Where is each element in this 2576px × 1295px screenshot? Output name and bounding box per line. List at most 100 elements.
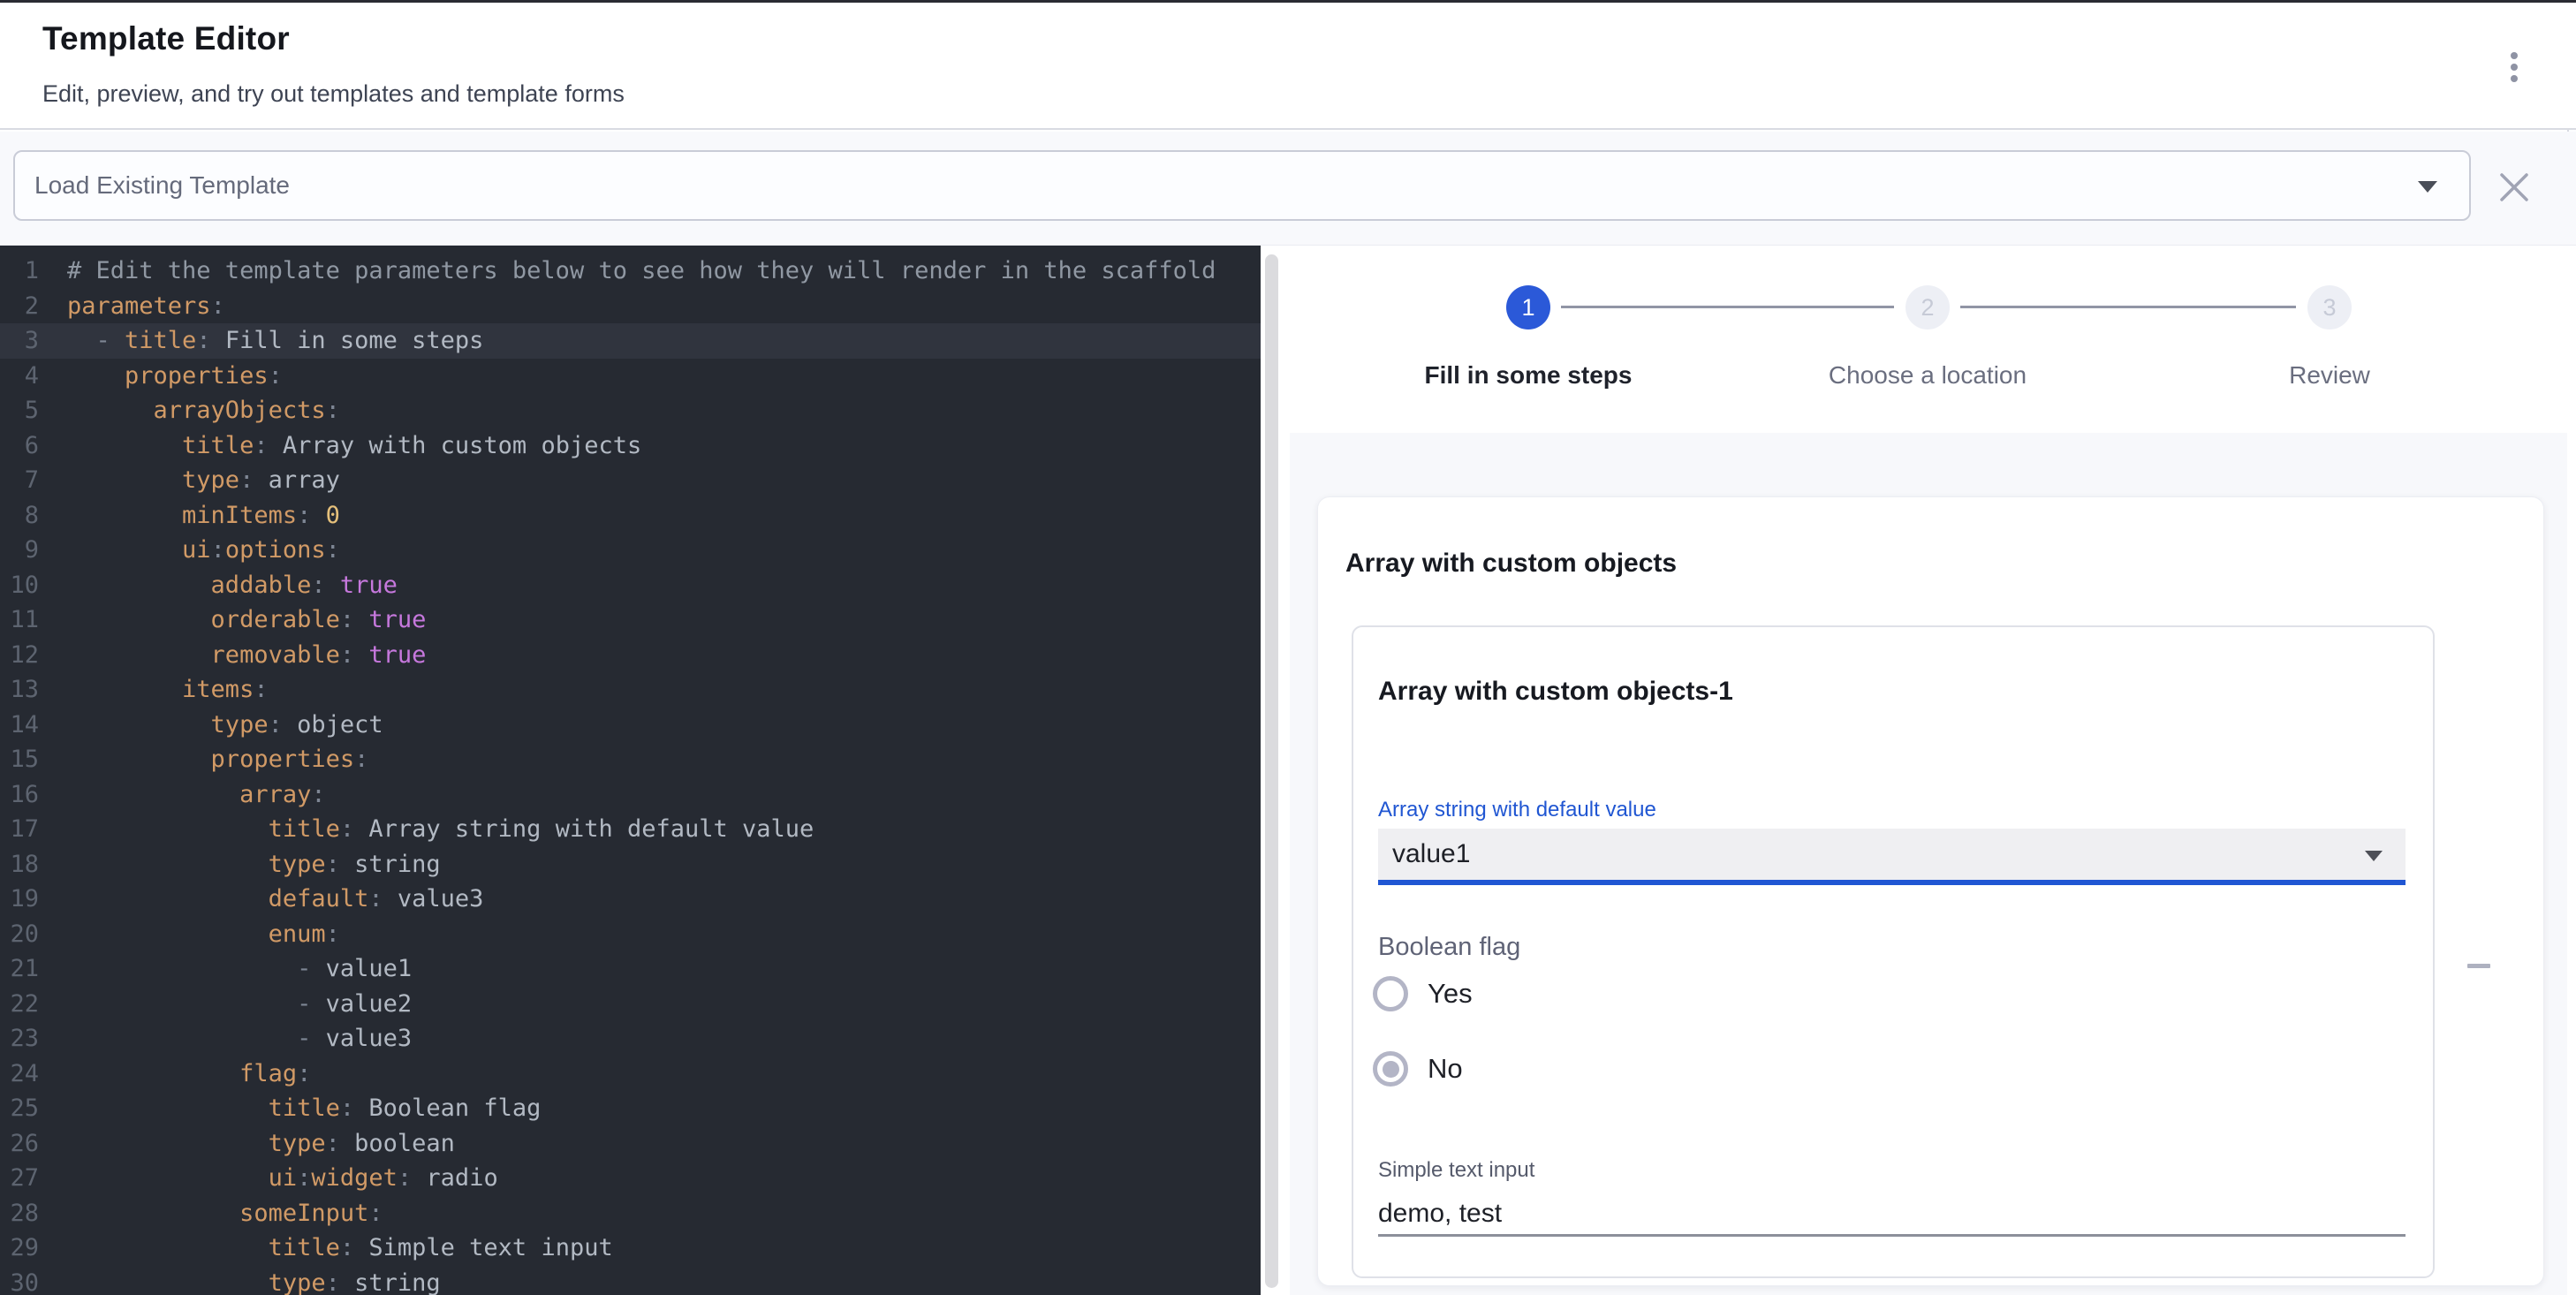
line-number: 26 xyxy=(0,1126,39,1162)
template-selector-bar: Load Existing Template xyxy=(0,132,2576,246)
line-number: 25 xyxy=(0,1091,39,1126)
line-number: 12 xyxy=(0,638,39,673)
editor-line-27: 27 ui:widget: radio xyxy=(0,1161,1261,1196)
line-number: 19 xyxy=(0,882,39,917)
step-label-review: Review xyxy=(2289,360,2370,390)
page-title: Template Editor xyxy=(42,20,290,57)
editor-line-14: 14 type: object xyxy=(0,708,1261,743)
step-indicator-2[interactable]: 2 xyxy=(1905,285,1950,329)
radio-unselected-icon xyxy=(1373,976,1408,1011)
line-number: 15 xyxy=(0,742,39,777)
editor-line-21: 21 - value1 xyxy=(0,951,1261,987)
text-input-underline xyxy=(1378,1234,2406,1237)
dropdown-caret-icon xyxy=(2418,181,2437,193)
load-template-placeholder: Load Existing Template xyxy=(34,152,290,219)
line-number: 23 xyxy=(0,1021,39,1056)
editor-line-4: 4 properties: xyxy=(0,359,1261,394)
array-item-card: Array with custom objects-1 Array string… xyxy=(1352,625,2435,1278)
editor-line-19: 19 default: value3 xyxy=(0,882,1261,917)
boolean-flag-label: Boolean flag xyxy=(1378,933,1520,962)
line-number: 11 xyxy=(0,602,39,638)
step-label-fill-in-some-steps: Fill in some steps xyxy=(1425,360,1633,390)
line-number: 24 xyxy=(0,1056,39,1092)
split-pane-divider-handle[interactable] xyxy=(1265,254,1278,1288)
stepper-connector xyxy=(1561,306,1894,308)
radio-yes-label: Yes xyxy=(1428,976,1473,1011)
more-options-button[interactable] xyxy=(2491,44,2537,90)
line-number: 6 xyxy=(0,428,39,464)
preview-panel: 1 2 3 Fill in some steps Choose a locati… xyxy=(1279,246,2576,1295)
radio-selected-icon xyxy=(1373,1051,1408,1087)
line-number: 17 xyxy=(0,812,39,847)
editor-line-6: 6 title: Array with custom objects xyxy=(0,428,1261,464)
editor-line-1: 1# Edit the template parameters below to… xyxy=(0,254,1261,289)
array-string-select-value: value1 xyxy=(1392,829,1470,880)
line-number: 3 xyxy=(0,323,39,359)
line-number: 7 xyxy=(0,463,39,498)
editor-line-3: 3 - title: Fill in some steps xyxy=(0,323,1261,359)
editor-line-12: 12 removable: true xyxy=(0,638,1261,673)
dropdown-caret-icon xyxy=(2365,851,2383,861)
form-card: Array with custom objects Array with cus… xyxy=(1317,496,2544,1286)
kebab-vertical-icon xyxy=(2491,52,2537,82)
array-string-select-label: Array string with default value xyxy=(1378,798,1656,822)
clear-selection-button[interactable] xyxy=(2495,169,2534,208)
editor-line-26: 26 type: boolean xyxy=(0,1126,1261,1162)
close-x-icon xyxy=(2496,170,2532,205)
editor-line-5: 5 arrayObjects: xyxy=(0,393,1261,428)
editor-line-17: 17 title: Array string with default valu… xyxy=(0,812,1261,847)
line-number: 21 xyxy=(0,951,39,987)
page-subtitle: Edit, preview, and try out templates and… xyxy=(42,80,625,108)
editor-line-13: 13 items: xyxy=(0,672,1261,708)
page-header: Template Editor Edit, preview, and try o… xyxy=(0,3,2576,130)
editor-line-18: 18 type: string xyxy=(0,847,1261,882)
editor-line-10: 10 addable: true xyxy=(0,568,1261,603)
editor-line-22: 22 - value2 xyxy=(0,987,1261,1022)
editor-line-2: 2parameters: xyxy=(0,289,1261,324)
remove-array-item-button[interactable] xyxy=(2459,946,2498,985)
line-number: 18 xyxy=(0,847,39,882)
editor-line-8: 8 minItems: 0 xyxy=(0,498,1261,534)
editor-line-23: 23 - value3 xyxy=(0,1021,1261,1056)
editor-line-7: 7 type: array xyxy=(0,463,1261,498)
line-number: 5 xyxy=(0,393,39,428)
line-number: 28 xyxy=(0,1196,39,1231)
line-number: 20 xyxy=(0,917,39,952)
step-indicator-1[interactable]: 1 xyxy=(1506,285,1550,329)
line-number: 29 xyxy=(0,1231,39,1266)
simple-text-input[interactable]: demo, test xyxy=(1378,1194,1502,1233)
stepper-connector xyxy=(1960,306,2296,308)
editor-line-25: 25 title: Boolean flag xyxy=(0,1091,1261,1126)
editor-line-20: 20 enum: xyxy=(0,917,1261,952)
line-number: 2 xyxy=(0,289,39,324)
line-number: 4 xyxy=(0,359,39,394)
editor-line-9: 9 ui:options: xyxy=(0,533,1261,568)
line-number: 1 xyxy=(0,254,39,289)
editor-line-30: 30 type: string xyxy=(0,1266,1261,1295)
editor-line-29: 29 title: Simple text input xyxy=(0,1231,1261,1266)
editor-line-28: 28 someInput: xyxy=(0,1196,1261,1231)
array-string-select[interactable]: value1 xyxy=(1378,829,2406,885)
editor-line-15: 15 properties: xyxy=(0,742,1261,777)
line-number: 10 xyxy=(0,568,39,603)
line-number: 30 xyxy=(0,1266,39,1295)
editor-line-16: 16 array: xyxy=(0,777,1261,813)
form-section-title: Array with custom objects xyxy=(1345,549,1677,579)
minus-icon xyxy=(2467,964,2490,968)
step-label-choose-a-location: Choose a location xyxy=(1829,360,2027,390)
line-number: 22 xyxy=(0,987,39,1022)
radio-no-label: No xyxy=(1428,1051,1463,1087)
step-indicator-3[interactable]: 3 xyxy=(2307,285,2352,329)
line-number: 13 xyxy=(0,672,39,708)
line-number: 27 xyxy=(0,1161,39,1196)
editor-line-24: 24 flag: xyxy=(0,1056,1261,1092)
line-number: 16 xyxy=(0,777,39,813)
editor-lines: 1# Edit the template parameters below to… xyxy=(0,254,1261,1295)
load-existing-template-select[interactable]: Load Existing Template xyxy=(13,150,2471,221)
line-number: 9 xyxy=(0,533,39,568)
editor-line-11: 11 orderable: true xyxy=(0,602,1261,638)
array-item-title: Array with custom objects-1 xyxy=(1378,677,1733,707)
simple-text-input-label: Simple text input xyxy=(1378,1158,1534,1183)
line-number: 14 xyxy=(0,708,39,743)
yaml-code-editor[interactable]: 1# Edit the template parameters below to… xyxy=(0,246,1261,1295)
